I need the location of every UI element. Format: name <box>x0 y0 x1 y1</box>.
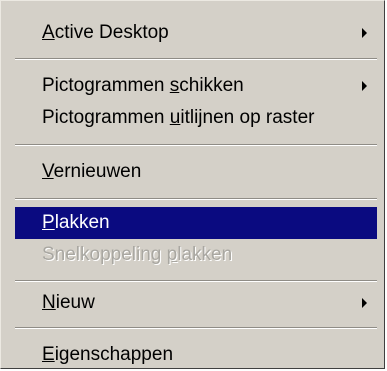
desktop-context-menu: Active Desktop Pictogrammen schikken Pic… <box>0 0 385 369</box>
menu-item-label-prefix: Pictogrammen <box>42 107 170 128</box>
menu-item-pictogrammen-uitlijnen[interactable]: Pictogrammen uitlijnen op raster <box>15 102 377 134</box>
menu-item-label-prefix: Snelkoppeling <box>42 244 167 265</box>
menu-item-mnemonic: A <box>42 22 55 43</box>
menu-separator <box>15 58 377 60</box>
menu-item-mnemonic: N <box>42 292 56 313</box>
submenu-arrow-icon <box>362 28 367 38</box>
menu-item-mnemonic: u <box>169 107 181 128</box>
submenu-arrow-icon <box>362 81 367 91</box>
menu-item-mnemonic: P <box>42 212 55 233</box>
menu-item-mnemonic: s <box>169 75 180 96</box>
menu-separator <box>15 280 377 282</box>
menu-item-label-rest: ernieuwen <box>53 161 142 182</box>
menu-item-label-rest: itlijnen op raster <box>180 107 315 128</box>
menu-item-label-rest: ieuw <box>55 292 95 313</box>
menu-item-mnemonic: p <box>166 244 178 265</box>
menu-item-mnemonic: E <box>42 344 55 365</box>
menu-item-label-rest: lakken <box>177 244 233 265</box>
menu-separator <box>15 327 377 329</box>
menu-separator <box>15 198 377 200</box>
menu-item-label-rest: ctive Desktop <box>54 22 169 43</box>
menu-item-active-desktop[interactable]: Active Desktop <box>15 17 377 49</box>
menu-item-label-prefix: Pictogrammen <box>42 75 170 96</box>
submenu-arrow-icon <box>362 298 367 308</box>
menu-item-vernieuwen[interactable]: Vernieuwen <box>15 156 377 188</box>
menu-item-mnemonic: V <box>42 161 54 182</box>
menu-item-plakken[interactable]: Plakken <box>15 207 377 239</box>
menu-item-nieuw[interactable]: Nieuw <box>15 287 377 319</box>
menu-item-eigenschappen[interactable]: Eigenschappen <box>15 339 377 371</box>
menu-item-pictogrammen-schikken[interactable]: Pictogrammen schikken <box>15 70 377 102</box>
menu-item-label-rest: lakken <box>54 212 110 233</box>
menu-item-snelkoppeling-plakken[interactable]: Snelkoppeling plakken <box>15 239 377 271</box>
menu-item-label-rest: igenschappen <box>54 344 174 365</box>
menu-separator <box>15 144 377 146</box>
menu-item-label-rest: chikken <box>179 75 244 96</box>
